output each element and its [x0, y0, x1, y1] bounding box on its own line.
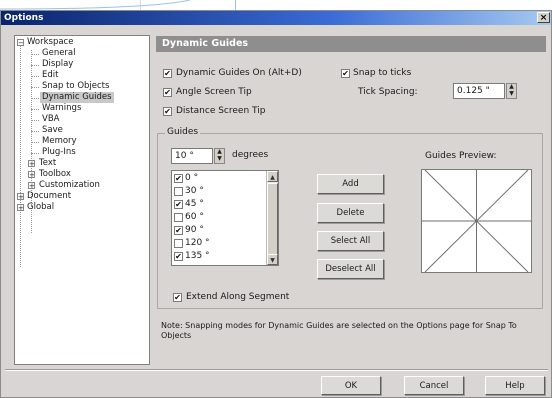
delete-button[interactable]: Delete — [317, 203, 384, 223]
tree-item-global[interactable]: Global — [27, 202, 54, 213]
tree-item-document[interactable]: Document — [27, 191, 71, 202]
angle-screen-tip-checkbox[interactable]: ✔ — [163, 88, 172, 97]
tick-spacing-spinner[interactable]: ▲ ▼ — [506, 83, 517, 99]
guide-angles-list[interactable]: ✔ 0 ° 30 ° ✔ 45 ° 60 ° ✔ 90 ° 120 ° ✔ 13… — [171, 170, 279, 266]
workspace-expander[interactable]: − — [17, 39, 24, 47]
guide-angle-label: 60 ° — [185, 212, 204, 222]
tree-item-warnings[interactable]: Warnings — [42, 103, 81, 114]
tree-item-vba[interactable]: VBA — [42, 114, 59, 125]
tree-connector — [31, 153, 39, 154]
guide-angle-checkbox[interactable]: ✔ — [174, 252, 183, 261]
guide-angle-checkbox[interactable]: ✔ — [174, 226, 183, 235]
tree-connector — [20, 45, 21, 267]
tree-item-save[interactable]: Save — [42, 125, 63, 136]
guide-angle-checkbox[interactable] — [174, 213, 183, 222]
degrees-unit-label: degrees — [232, 150, 269, 160]
window-title: Options — [4, 13, 44, 23]
tree-item-dynamic-guides[interactable]: Dynamic Guides — [40, 92, 114, 103]
tree-connector — [31, 87, 39, 88]
guide-angle-label: 0 ° — [185, 173, 199, 183]
global-expander[interactable]: + — [17, 204, 24, 212]
tree-connector — [31, 109, 39, 110]
snapping-note: Note: Snapping modes for Dynamic Guides … — [161, 321, 517, 340]
guides-preview — [421, 169, 532, 273]
list-scrollbar[interactable]: ▲ ▼ — [266, 171, 278, 265]
select-all-button[interactable]: Select All — [317, 231, 384, 251]
dynamic-guides-on-checkbox[interactable]: ✔ — [163, 69, 172, 78]
tree-item-snap-to-objects[interactable]: Snap to Objects — [42, 81, 109, 92]
guides-preview-label: Guides Preview: — [425, 151, 497, 161]
guide-angle-label: 30 ° — [185, 186, 204, 196]
tree-connector — [31, 65, 39, 66]
guides-preview-graphic — [422, 170, 531, 272]
tree-item-text[interactable]: Text — [39, 158, 56, 169]
guide-angle-label: 90 ° — [185, 225, 204, 235]
ok-button[interactable]: OK — [321, 376, 381, 395]
options-tree[interactable]: − Workspace General Display Edit Snap to… — [14, 35, 150, 365]
snap-to-ticks-checkbox[interactable]: ✔ — [341, 69, 350, 78]
tree-item-plug-ins[interactable]: Plug-Ins — [42, 147, 76, 158]
guide-angle-checkbox[interactable]: ✔ — [174, 174, 183, 183]
distance-screen-tip-label: Distance Screen Tip — [176, 106, 266, 116]
tree-connector — [31, 76, 39, 77]
guide-angle-checkbox[interactable]: ✔ — [174, 200, 183, 209]
tree-item-workspace[interactable]: Workspace — [27, 37, 73, 48]
title-bar: Options × — [1, 11, 551, 25]
scroll-up-icon[interactable]: ▲ — [267, 171, 278, 182]
footer-divider — [5, 369, 548, 371]
tree-item-customization[interactable]: Customization — [39, 180, 100, 191]
tree-item-display[interactable]: Display — [42, 59, 73, 70]
add-button[interactable]: Add — [317, 174, 384, 194]
angle-screen-tip-label: Angle Screen Tip — [176, 87, 252, 97]
close-button[interactable]: × — [537, 12, 550, 23]
snap-to-ticks-label: Snap to ticks — [353, 68, 412, 78]
tree-connector — [31, 120, 39, 121]
guide-angle-label: 135 ° — [185, 251, 210, 261]
toolbox-expander[interactable]: + — [28, 171, 35, 179]
scroll-thumb[interactable] — [267, 183, 278, 259]
dynamic-guides-on-label: Dynamic Guides On (Alt+D) — [176, 68, 302, 78]
degrees-spinner[interactable]: ▲ ▼ — [214, 148, 225, 164]
customization-expander[interactable]: + — [28, 182, 35, 190]
tree-item-memory[interactable]: Memory — [42, 136, 77, 147]
tree-connector — [31, 98, 39, 99]
cancel-button[interactable]: Cancel — [404, 376, 464, 395]
tick-spacing-input[interactable]: 0.125 " — [453, 83, 505, 99]
degrees-input[interactable]: 10 ° — [171, 148, 213, 164]
help-button[interactable]: Help — [485, 376, 545, 395]
tree-connector — [31, 142, 39, 143]
tree-connector — [31, 131, 39, 132]
tree-item-edit[interactable]: Edit — [42, 70, 58, 81]
spin-down-icon[interactable]: ▼ — [507, 91, 516, 97]
text-expander[interactable]: + — [28, 160, 35, 168]
extend-along-segment-checkbox[interactable]: ✔ — [173, 293, 182, 302]
guide-angle-checkbox[interactable] — [174, 239, 183, 248]
panel-header: Dynamic Guides — [156, 36, 546, 52]
tree-item-general[interactable]: General — [42, 48, 76, 59]
guide-angle-label: 45 ° — [185, 199, 204, 209]
tree-item-toolbox[interactable]: Toolbox — [39, 169, 71, 180]
spin-down-icon[interactable]: ▼ — [215, 156, 224, 162]
distance-screen-tip-checkbox[interactable]: ✔ — [163, 107, 172, 116]
tree-connector — [31, 54, 39, 55]
deselect-all-button[interactable]: Deselect All — [317, 259, 384, 279]
guide-angle-checkbox[interactable] — [174, 187, 183, 196]
tick-spacing-label: Tick Spacing: — [358, 87, 418, 97]
extend-along-segment-label: Extend Along Segment — [186, 292, 290, 302]
document-expander[interactable]: + — [17, 193, 24, 201]
guides-group-label: Guides — [165, 127, 201, 138]
scroll-down-icon[interactable]: ▼ — [267, 254, 278, 265]
options-dialog: Options × − Workspace General Display Ed… — [0, 10, 552, 398]
guide-angle-label: 120 ° — [185, 238, 210, 248]
